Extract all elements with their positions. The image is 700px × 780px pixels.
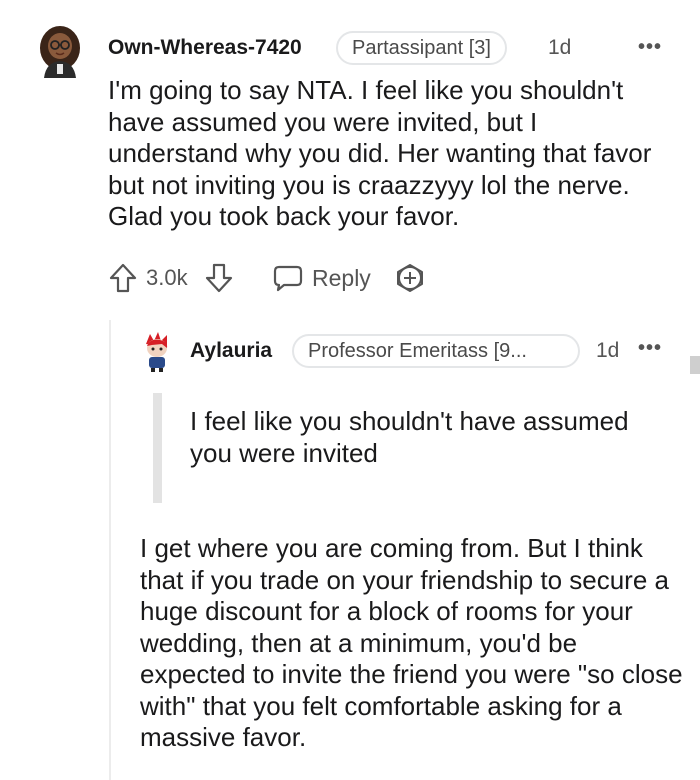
vote-score: 3.0k <box>146 265 188 290</box>
avatar[interactable] <box>36 22 84 78</box>
avatar[interactable] <box>140 332 174 372</box>
more-options-icon[interactable]: ••• <box>638 36 662 59</box>
user-flair: Partassipant [3] <box>336 31 507 65</box>
comment-own-whereas: Own-Whereas-7420 Partassipant [3] 1d •••… <box>0 0 700 320</box>
comment-age: 1d <box>548 36 572 59</box>
award-plus-icon[interactable] <box>394 258 426 298</box>
blockquote-text: I feel like you shouldn't have assumed y… <box>190 406 629 468</box>
thread-line[interactable] <box>109 320 111 780</box>
username[interactable]: Own-Whereas-7420 <box>108 36 302 60</box>
comment-age: 1d <box>596 339 620 362</box>
scrollbar-thumb[interactable] <box>690 356 700 374</box>
username[interactable]: Aylauria <box>190 339 272 363</box>
reply-button[interactable]: Reply <box>312 258 371 298</box>
comment-body: I'm going to say NTA. I feel like you sh… <box>108 75 652 231</box>
arrow-down-icon[interactable] <box>204 258 234 298</box>
comment-body: I get where you are coming from. But I t… <box>140 533 683 752</box>
more-options-icon[interactable]: ••• <box>638 337 662 360</box>
arrow-up-icon[interactable] <box>108 258 138 298</box>
user-flair: Professor Emeritass [9... <box>292 334 580 368</box>
speech-bubble-icon[interactable] <box>272 258 304 298</box>
blockquote-bar <box>153 393 162 503</box>
